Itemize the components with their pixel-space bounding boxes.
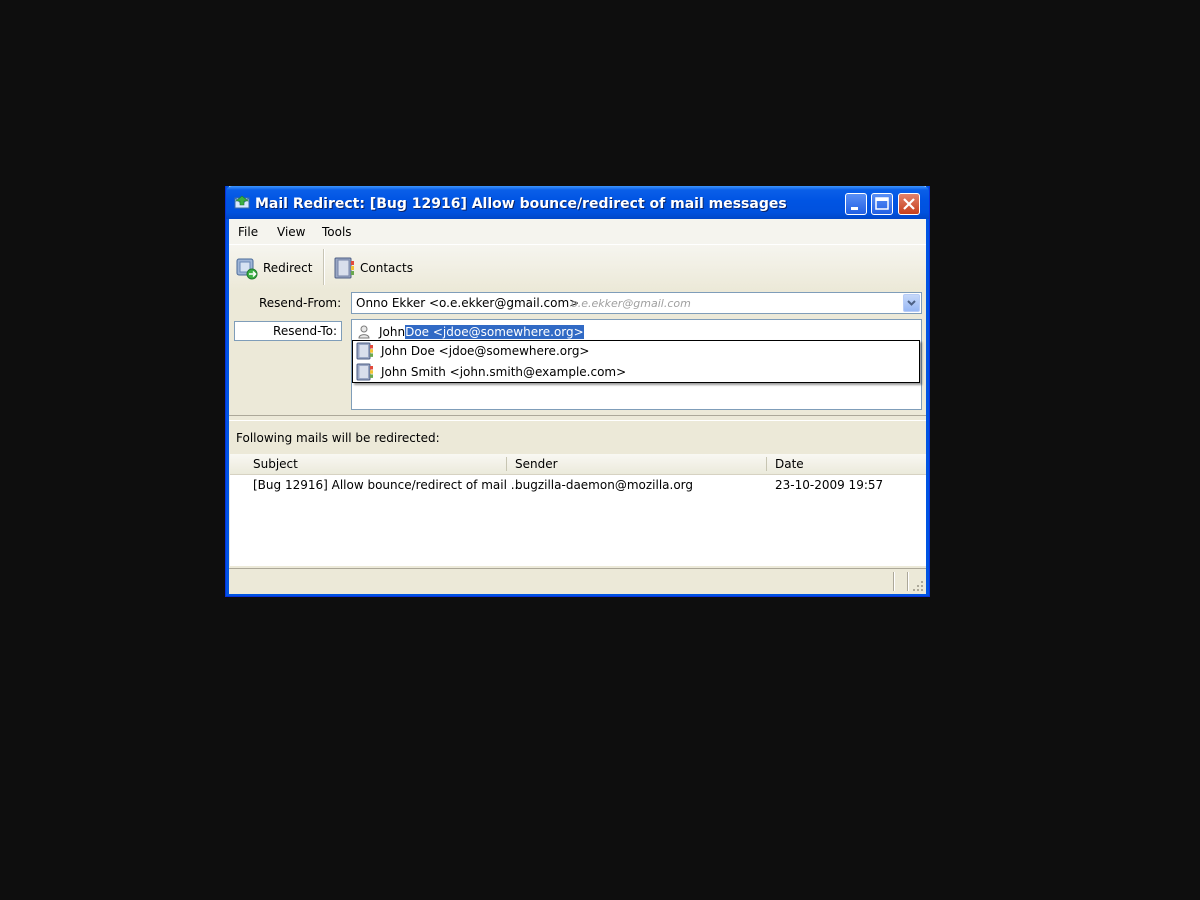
cell-subject: [Bug 12916] Allow bounce/redirect of mai… (253, 478, 523, 492)
status-bar (229, 568, 926, 594)
chevron-down-icon (907, 300, 916, 306)
minimize-icon (851, 207, 858, 210)
cell-sender: bugzilla-daemon@mozilla.org (515, 478, 693, 492)
message-list-header: Subject Sender Date (230, 454, 926, 475)
menu-file[interactable]: File (238, 225, 258, 239)
autocomplete-item[interactable]: John Smith <john.smith@example.com> (355, 362, 626, 382)
column-separator[interactable] (766, 457, 767, 471)
mail-redirect-icon (234, 195, 250, 209)
resend-to-typed-text: John (379, 324, 406, 339)
redirect-info-text: Following mails will be redirected: (236, 431, 440, 445)
mail-redirect-window: Mail Redirect: [Bug 12916] Allow bounce/… (225, 186, 930, 597)
resend-to-type-selector[interactable]: Resend-To: (234, 321, 342, 341)
close-icon (903, 198, 915, 210)
address-book-icon (334, 257, 354, 279)
contacts-button[interactable]: Contacts (332, 254, 413, 282)
column-separator[interactable] (506, 457, 507, 471)
resend-to-label: Resend-To: (273, 324, 337, 338)
toolbar-separator (323, 249, 325, 285)
person-icon (358, 325, 370, 338)
resend-to-input-row[interactable]: John Doe <jdoe@somewhere.org> (356, 323, 584, 340)
column-header-sender[interactable]: Sender (515, 457, 558, 471)
resize-grip-icon[interactable] (912, 580, 924, 592)
redirect-button-label: Redirect (263, 261, 313, 275)
close-button[interactable] (898, 193, 920, 215)
column-header-subject[interactable]: Subject (253, 457, 298, 471)
resend-from-value: Onno Ekker <o.e.ekker@gmail.com> (356, 296, 580, 310)
minimize-button[interactable] (845, 193, 867, 215)
contacts-button-label: Contacts (360, 261, 413, 275)
window-title: Mail Redirect: [Bug 12916] Allow bounce/… (255, 196, 787, 212)
title-bar[interactable]: Mail Redirect: [Bug 12916] Allow bounce/… (226, 186, 929, 219)
maximize-icon (875, 197, 889, 210)
autocomplete-item-label: John Smith <john.smith@example.com> (381, 365, 627, 379)
resend-to-autocomplete-selection: Doe <jdoe@somewhere.org> (405, 324, 584, 339)
menu-view[interactable]: View (277, 225, 305, 239)
resend-from-hint: o.e.ekker@gmail.com (571, 297, 691, 310)
resend-from-select[interactable]: Onno Ekker <o.e.ekker@gmail.com> o.e.ekk… (351, 292, 922, 314)
autocomplete-popup: John Doe <jdoe@somewhere.org> John Smith… (352, 340, 920, 383)
column-header-date[interactable]: Date (775, 457, 804, 471)
pane-splitter[interactable] (229, 415, 926, 421)
menu-tools[interactable]: Tools (322, 225, 352, 239)
status-panel-separator (907, 572, 909, 591)
autocomplete-item-label: John Doe <jdoe@somewhere.org> (381, 344, 590, 358)
toolbar: Redirect Contacts (229, 244, 926, 290)
address-book-card-icon (356, 342, 373, 360)
menu-bar: File View Tools (229, 219, 926, 244)
message-list: Subject Sender Date [Bug 12916] Allow bo… (230, 454, 926, 566)
redirect-button[interactable]: Redirect (235, 254, 313, 282)
redirect-icon (236, 258, 258, 280)
status-panel-separator (893, 572, 895, 591)
address-book-card-icon (356, 363, 373, 381)
autocomplete-item[interactable]: John Doe <jdoe@somewhere.org> (355, 341, 590, 361)
maximize-button[interactable] (871, 193, 893, 215)
resend-from-label: Resend-From: (259, 296, 342, 310)
resend-from-dropdown-button[interactable] (903, 294, 920, 312)
cell-date: 23-10-2009 19:57 (775, 478, 884, 492)
